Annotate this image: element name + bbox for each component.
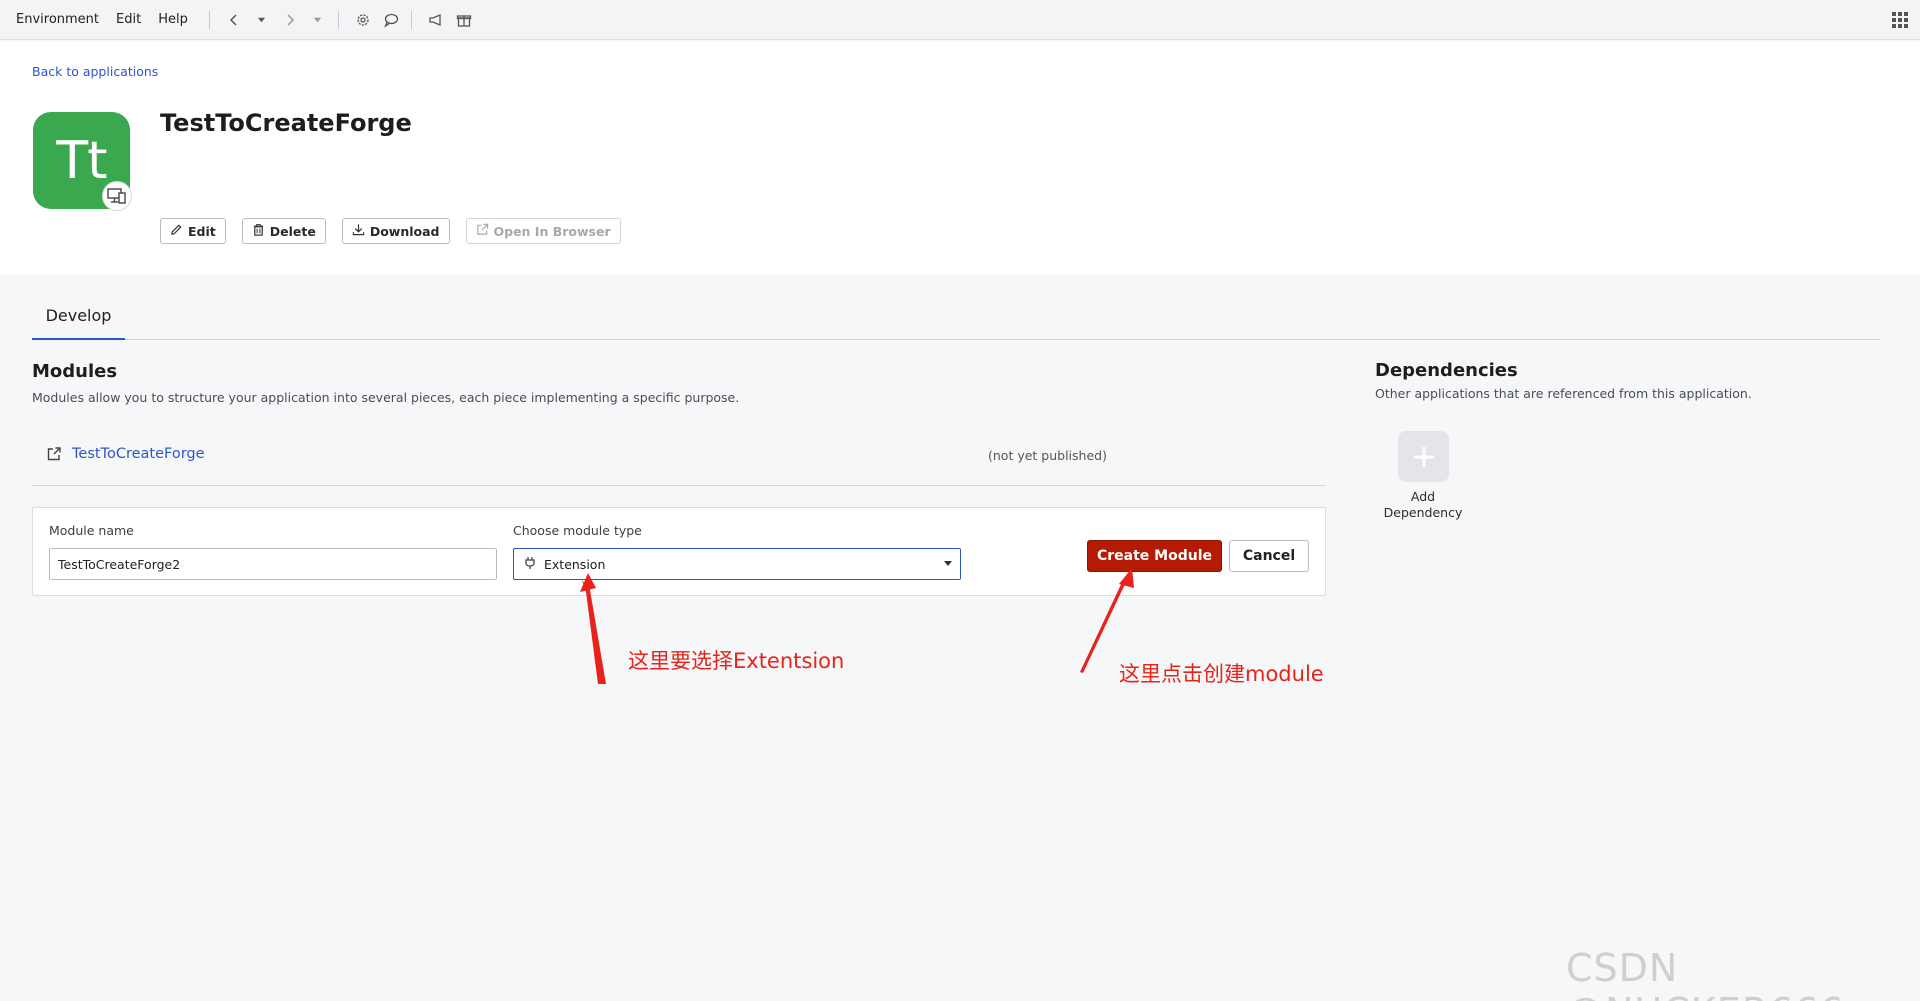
menu-edit[interactable]: Edit [116,12,141,27]
menu-separator [337,10,339,29]
list-item: TestToCreateForge (not yet published) [32,432,1326,486]
gift-icon[interactable] [452,8,476,32]
megaphone-icon[interactable] [424,8,448,32]
menu-separator [410,10,412,29]
apps-grid-icon[interactable] [1890,10,1910,30]
menu-environment[interactable]: Environment [16,12,99,27]
menu-bar: Environment Edit Help [0,0,1920,40]
add-dependency-label-line1: Add [1410,489,1436,504]
forward-arrow-icon[interactable] [278,8,302,32]
external-link-icon [476,223,489,239]
delete-button-label: Delete [269,223,316,239]
chevron-down-icon [944,561,952,566]
module-status: (not yet published) [988,448,1107,463]
desktop-mobile-icon [102,181,132,211]
plug-icon [524,556,536,573]
create-annotation: 这里点击创建module [1119,662,1324,686]
edit-button[interactable]: Edit [160,218,226,244]
download-icon [352,223,365,239]
module-type-select[interactable]: Extension [513,548,961,580]
edit-button-label: Edit [188,223,216,239]
module-name-input[interactable]: TestToCreateForge2 [49,548,497,580]
create-module-button[interactable]: Create Module [1087,540,1222,572]
modules-description: Modules allow you to structure your appl… [32,390,740,405]
add-dependency-label[interactable]: Add Dependency [1378,489,1468,521]
add-dependency-label-line2: Dependency [1383,505,1463,520]
open-in-browser-label: Open In Browser [493,223,611,239]
gear-icon[interactable] [351,8,375,32]
module-name-label: Module name [49,523,134,538]
add-dependency-button[interactable] [1398,431,1449,482]
module-link[interactable]: TestToCreateForge [72,446,205,462]
app-actions: Edit Delete Download Open In Browser [160,218,621,244]
watermark: CSDN @NUCKER666 [1566,946,1844,1001]
external-link-icon[interactable] [46,446,62,462]
create-module-form: Module name TestToCreateForge2 Choose mo… [32,507,1326,596]
modules-heading: Modules [32,361,118,382]
menu-help[interactable]: Help [158,12,188,27]
dependencies-heading: Dependencies [1375,360,1518,381]
download-button-label: Download [369,223,440,239]
back-arrow-icon[interactable] [222,8,246,32]
tab-bar: Develop [32,292,1880,340]
module-type-label: Choose module type [513,523,642,538]
delete-button[interactable]: Delete [241,218,326,244]
cancel-button[interactable]: Cancel [1229,540,1309,572]
back-dropdown-icon[interactable] [250,8,274,32]
page-title: TestToCreateForge [160,109,412,137]
select-annotation: 这里要选择Extentsion [628,649,845,673]
open-in-browser-button[interactable]: Open In Browser [465,218,621,244]
app-initials: Tt [56,130,107,191]
back-to-applications-link[interactable]: Back to applications [32,64,158,79]
dependencies-description: Other applications that are referenced f… [1375,386,1752,401]
chat-icon[interactable] [379,8,403,32]
module-type-value: Extension [544,556,606,572]
download-button[interactable]: Download [341,218,450,244]
app-header: Back to applications Tt TestToCreateForg… [0,41,1920,274]
forward-dropdown-icon[interactable] [306,8,330,32]
trash-icon [252,223,265,239]
pencil-icon [170,223,183,239]
tab-develop[interactable]: Develop [32,292,125,340]
plus-icon [1411,434,1437,480]
menu-separator [208,10,210,29]
